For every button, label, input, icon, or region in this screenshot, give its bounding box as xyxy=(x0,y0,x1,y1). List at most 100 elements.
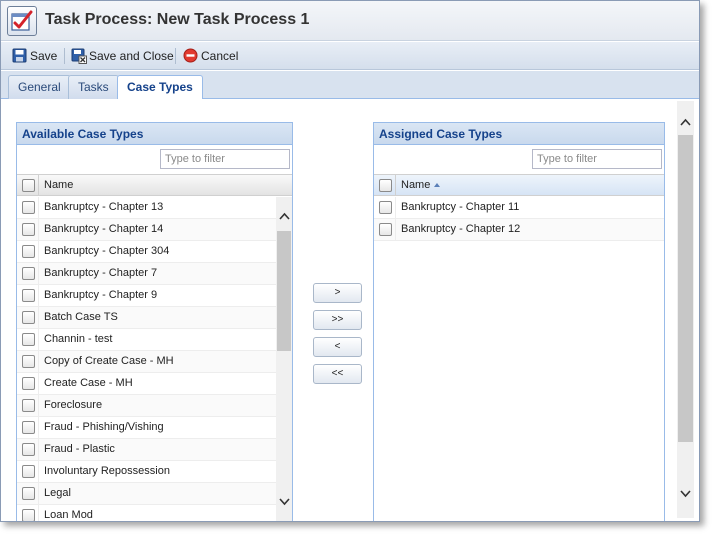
available-filter-row xyxy=(17,145,292,174)
toolbar: Save Save and Close Cancel xyxy=(1,42,699,70)
available-case-types-panel: Available Case Types Name Bankruptcy - C… xyxy=(16,122,293,521)
cell-divider xyxy=(38,461,39,482)
floppy-disk-icon xyxy=(12,48,27,63)
add-all-button[interactable]: >> xyxy=(313,310,362,330)
cancel-label: Cancel xyxy=(201,49,239,63)
row-checkbox[interactable] xyxy=(22,487,35,500)
list-item[interactable]: Foreclosure xyxy=(17,395,276,417)
scroll-down-icon[interactable] xyxy=(279,497,290,508)
assigned-select-all-checkbox[interactable] xyxy=(379,179,392,192)
list-item[interactable]: Channin - test xyxy=(17,329,276,351)
cell-divider xyxy=(38,373,39,394)
cell-divider xyxy=(38,329,39,350)
list-item[interactable]: Bankruptcy - Chapter 12 xyxy=(374,219,664,241)
assigned-filter-input[interactable] xyxy=(532,149,662,169)
assigned-case-types-panel: Assigned Case Types Name Bankruptcy - Ch… xyxy=(373,122,665,521)
available-column-header: Name xyxy=(17,174,292,196)
row-checkbox[interactable] xyxy=(22,267,35,280)
row-checkbox[interactable] xyxy=(22,223,35,236)
save-label: Save xyxy=(30,49,58,63)
cell-divider xyxy=(38,285,39,306)
window-title: Task Process: New Task Process 1 xyxy=(45,11,310,28)
list-item-label: Create Case - MH xyxy=(44,377,133,389)
list-item[interactable]: Batch Case TS xyxy=(17,307,276,329)
list-item-label: Bankruptcy - Chapter 7 xyxy=(44,267,158,279)
list-item[interactable]: Fraud - Plastic xyxy=(17,439,276,461)
sort-ascending-icon xyxy=(434,183,441,188)
cell-divider xyxy=(38,263,39,284)
cell-divider xyxy=(395,197,396,218)
cell-divider xyxy=(38,351,39,372)
save-and-close-label: Save and Close xyxy=(89,49,174,63)
row-checkbox[interactable] xyxy=(22,465,35,478)
row-checkbox[interactable] xyxy=(22,245,35,258)
assigned-name-column[interactable]: Name xyxy=(401,175,441,195)
list-item[interactable]: Bankruptcy - Chapter 11 xyxy=(374,197,664,219)
list-item[interactable]: Copy of Create Case - MH xyxy=(17,351,276,373)
row-checkbox[interactable] xyxy=(22,509,35,521)
cell-divider xyxy=(38,241,39,262)
list-item[interactable]: Bankruptcy - Chapter 13 xyxy=(17,197,276,219)
list-item[interactable]: Loan Mod xyxy=(17,505,276,521)
list-item[interactable]: Create Case - MH xyxy=(17,373,276,395)
list-item[interactable]: Bankruptcy - Chapter 14 xyxy=(17,219,276,241)
row-checkbox[interactable] xyxy=(22,311,35,324)
scroll-down-icon[interactable] xyxy=(680,489,691,500)
list-item-label: Foreclosure xyxy=(44,399,103,411)
row-checkbox[interactable] xyxy=(22,355,35,368)
assigned-name-column-label: Name xyxy=(401,179,431,191)
list-item-label: Channin - test xyxy=(44,333,113,345)
cell-divider xyxy=(38,439,39,460)
cell-divider xyxy=(38,395,39,416)
assigned-list: Bankruptcy - Chapter 11 Bankruptcy - Cha… xyxy=(374,197,664,241)
list-item[interactable]: Bankruptcy - Chapter 304 xyxy=(17,241,276,263)
cell-divider xyxy=(38,197,39,218)
column-divider xyxy=(395,175,396,195)
tab-general[interactable]: General xyxy=(8,75,71,99)
available-list-scrollbar[interactable] xyxy=(276,197,292,521)
list-item[interactable]: Legal xyxy=(17,483,276,505)
list-item-label: Bankruptcy - Chapter 11 xyxy=(401,201,520,213)
row-checkbox[interactable] xyxy=(22,377,35,390)
row-checkbox[interactable] xyxy=(379,201,392,214)
title-bar: Task Process: New Task Process 1 xyxy=(1,1,699,41)
assigned-panel-title: Assigned Case Types xyxy=(374,123,664,145)
list-item[interactable]: Fraud - Phishing/Vishing xyxy=(17,417,276,439)
tab-case-types[interactable]: Case Types xyxy=(117,75,203,100)
row-checkbox[interactable] xyxy=(22,201,35,214)
scroll-up-icon[interactable] xyxy=(680,117,691,128)
column-divider xyxy=(38,175,39,195)
assigned-column-header: Name xyxy=(374,174,664,196)
row-checkbox[interactable] xyxy=(22,289,35,302)
available-filter-input[interactable] xyxy=(160,149,290,169)
row-checkbox[interactable] xyxy=(22,443,35,456)
available-select-all-checkbox[interactable] xyxy=(22,179,35,192)
row-checkbox[interactable] xyxy=(379,223,392,236)
save-close-icon xyxy=(71,48,87,64)
save-button[interactable]: Save xyxy=(12,47,57,65)
tab-tasks[interactable]: Tasks xyxy=(68,75,119,99)
available-name-column[interactable]: Name xyxy=(44,175,73,195)
list-item[interactable]: Bankruptcy - Chapter 7 xyxy=(17,263,276,285)
scroll-thumb[interactable] xyxy=(277,231,291,351)
add-selected-button[interactable]: > xyxy=(313,283,362,303)
row-checkbox[interactable] xyxy=(22,399,35,412)
available-panel-title: Available Case Types xyxy=(17,123,292,145)
remove-selected-button[interactable]: < xyxy=(313,337,362,357)
list-item-label: Fraud - Phishing/Vishing xyxy=(44,421,164,433)
tab-strip: General Tasks Case Types xyxy=(1,71,699,100)
scroll-thumb[interactable] xyxy=(678,135,693,442)
list-item[interactable]: Bankruptcy - Chapter 9 xyxy=(17,285,276,307)
content-scrollbar[interactable] xyxy=(677,101,694,518)
list-item[interactable]: Involuntary Repossession xyxy=(17,461,276,483)
row-checkbox[interactable] xyxy=(22,333,35,346)
list-item-label: Bankruptcy - Chapter 9 xyxy=(44,289,158,301)
scroll-up-icon[interactable] xyxy=(279,211,290,222)
cancel-icon xyxy=(183,48,198,63)
assigned-filter-row xyxy=(374,145,664,174)
remove-all-button[interactable]: << xyxy=(313,364,362,384)
row-checkbox[interactable] xyxy=(22,421,35,434)
save-and-close-button[interactable]: Save and Close xyxy=(71,47,174,65)
cancel-button[interactable]: Cancel xyxy=(183,47,238,65)
list-item-label: Loan Mod xyxy=(44,509,93,521)
